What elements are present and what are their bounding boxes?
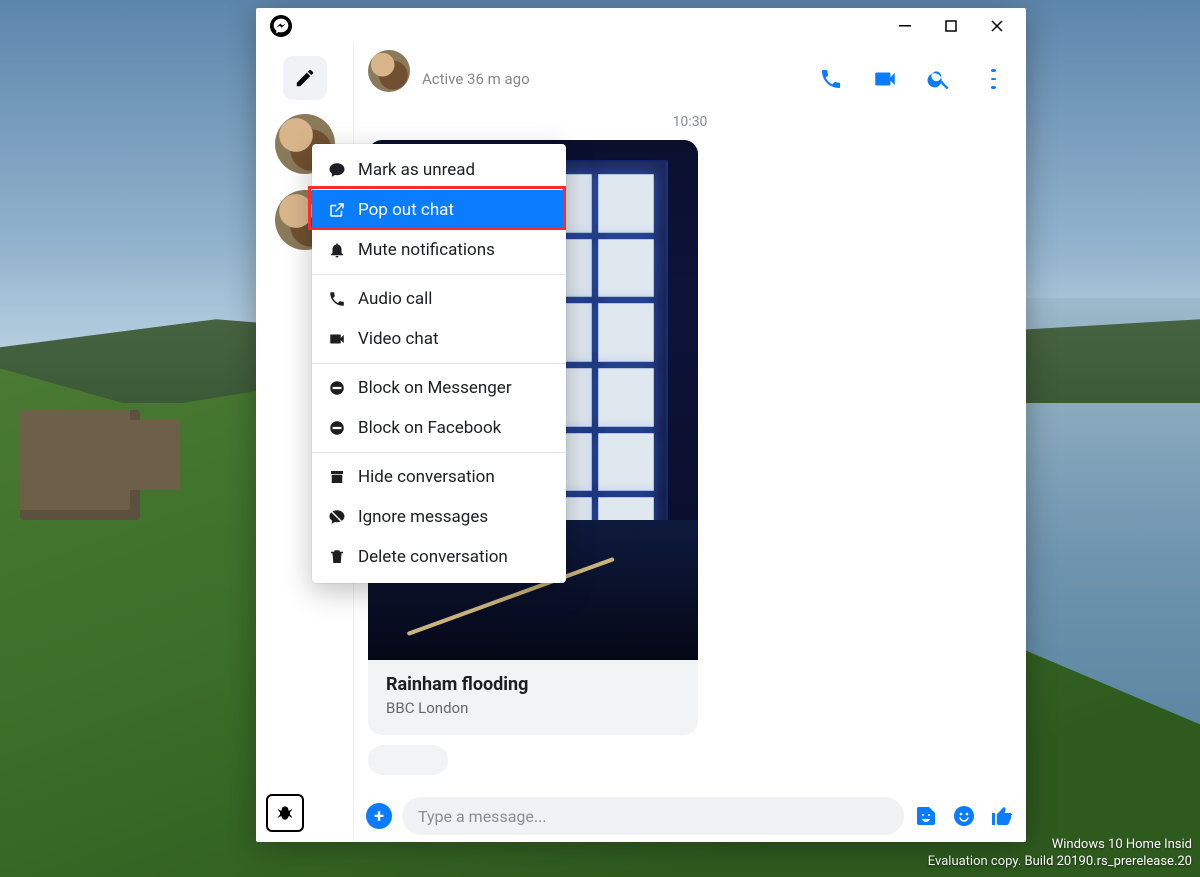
video-icon: [872, 66, 898, 92]
archive-icon: [328, 468, 346, 486]
ctx-label: Delete conversation: [358, 547, 508, 567]
video-icon: [328, 330, 346, 348]
messenger-icon: [270, 15, 292, 37]
ctx-label: Pop out chat: [358, 200, 454, 220]
ctx-label: Ignore messages: [358, 507, 488, 527]
message-input[interactable]: Type a message...: [402, 797, 904, 835]
bug-icon: [275, 803, 295, 823]
message-composer: + Type a message...: [354, 790, 1026, 842]
message-bubble-small: [368, 745, 448, 775]
ctx-label: Video chat: [358, 329, 439, 349]
ctx-label: Mark as unread: [358, 160, 475, 180]
ctx-item-ignore[interactable]: Ignore messages: [312, 497, 566, 537]
popout-icon: [328, 201, 346, 219]
window-close-button[interactable]: [974, 10, 1020, 42]
composer-add-button[interactable]: +: [366, 803, 392, 829]
compose-button[interactable]: [283, 56, 327, 100]
ctx-item-mark-unread[interactable]: Mark as unread: [312, 150, 566, 190]
bell-icon: [328, 241, 346, 259]
window-maximize-button[interactable]: [928, 10, 974, 42]
phone-icon: [819, 67, 843, 91]
active-status: Active 36 m ago: [422, 70, 806, 88]
title-bar[interactable]: [256, 8, 1026, 44]
card-title: Rainham flooding: [386, 674, 680, 695]
like-button[interactable]: [990, 804, 1014, 828]
ctx-label: Block on Messenger: [358, 378, 512, 398]
ctx-label: Block on Facebook: [358, 418, 501, 438]
sticker-button[interactable]: [914, 804, 938, 828]
chat-header: Active 36 m ago: [354, 44, 1026, 114]
ctx-item-mute[interactable]: Mute notifications: [312, 230, 566, 270]
window-minimize-button[interactable]: [882, 10, 928, 42]
ignore-icon: [328, 508, 346, 526]
message-timestamp: 10:30: [368, 114, 1012, 130]
block-icon: [328, 419, 346, 437]
ctx-separator: [312, 274, 566, 275]
ctx-item-block-facebook[interactable]: Block on Facebook: [312, 408, 566, 448]
ctx-item-video-chat[interactable]: Video chat: [312, 319, 566, 359]
context-menu: Mark as unread Pop out chat Mute notific…: [312, 144, 566, 583]
wallpaper-castle: [20, 410, 140, 520]
ctx-separator: [312, 363, 566, 364]
compose-icon: [294, 67, 316, 89]
bug-report-button[interactable]: [266, 794, 304, 832]
card-subtitle: BBC London: [386, 699, 680, 717]
desktop-wallpaper: Windows 10 Home Insid Evaluation copy. B…: [0, 0, 1200, 877]
search-icon: [926, 66, 952, 92]
ctx-item-delete[interactable]: Delete conversation: [312, 537, 566, 577]
chat-bubble-icon: [328, 161, 346, 179]
emoji-button[interactable]: [952, 804, 976, 828]
video-call-button[interactable]: [872, 66, 898, 92]
search-button[interactable]: [926, 66, 952, 92]
ctx-item-audio-call[interactable]: Audio call: [312, 279, 566, 319]
chat-header-avatar[interactable]: [368, 50, 410, 92]
ctx-label: Audio call: [358, 289, 432, 309]
trash-icon: [328, 548, 346, 566]
phone-icon: [328, 290, 346, 308]
windows-watermark: Windows 10 Home Insid Evaluation copy. B…: [928, 837, 1192, 871]
ctx-label: Mute notifications: [358, 240, 495, 260]
ctx-item-block-messenger[interactable]: Block on Messenger: [312, 368, 566, 408]
ctx-item-hide[interactable]: Hide conversation: [312, 457, 566, 497]
more-options-button[interactable]: [980, 66, 1006, 92]
ctx-item-pop-out[interactable]: Pop out chat: [312, 190, 566, 230]
watermark-line2: Evaluation copy. Build 20190.rs_prerelea…: [928, 854, 1192, 871]
audio-call-button[interactable]: [818, 66, 844, 92]
ctx-separator: [312, 452, 566, 453]
ctx-label: Hide conversation: [358, 467, 495, 487]
block-icon: [328, 379, 346, 397]
